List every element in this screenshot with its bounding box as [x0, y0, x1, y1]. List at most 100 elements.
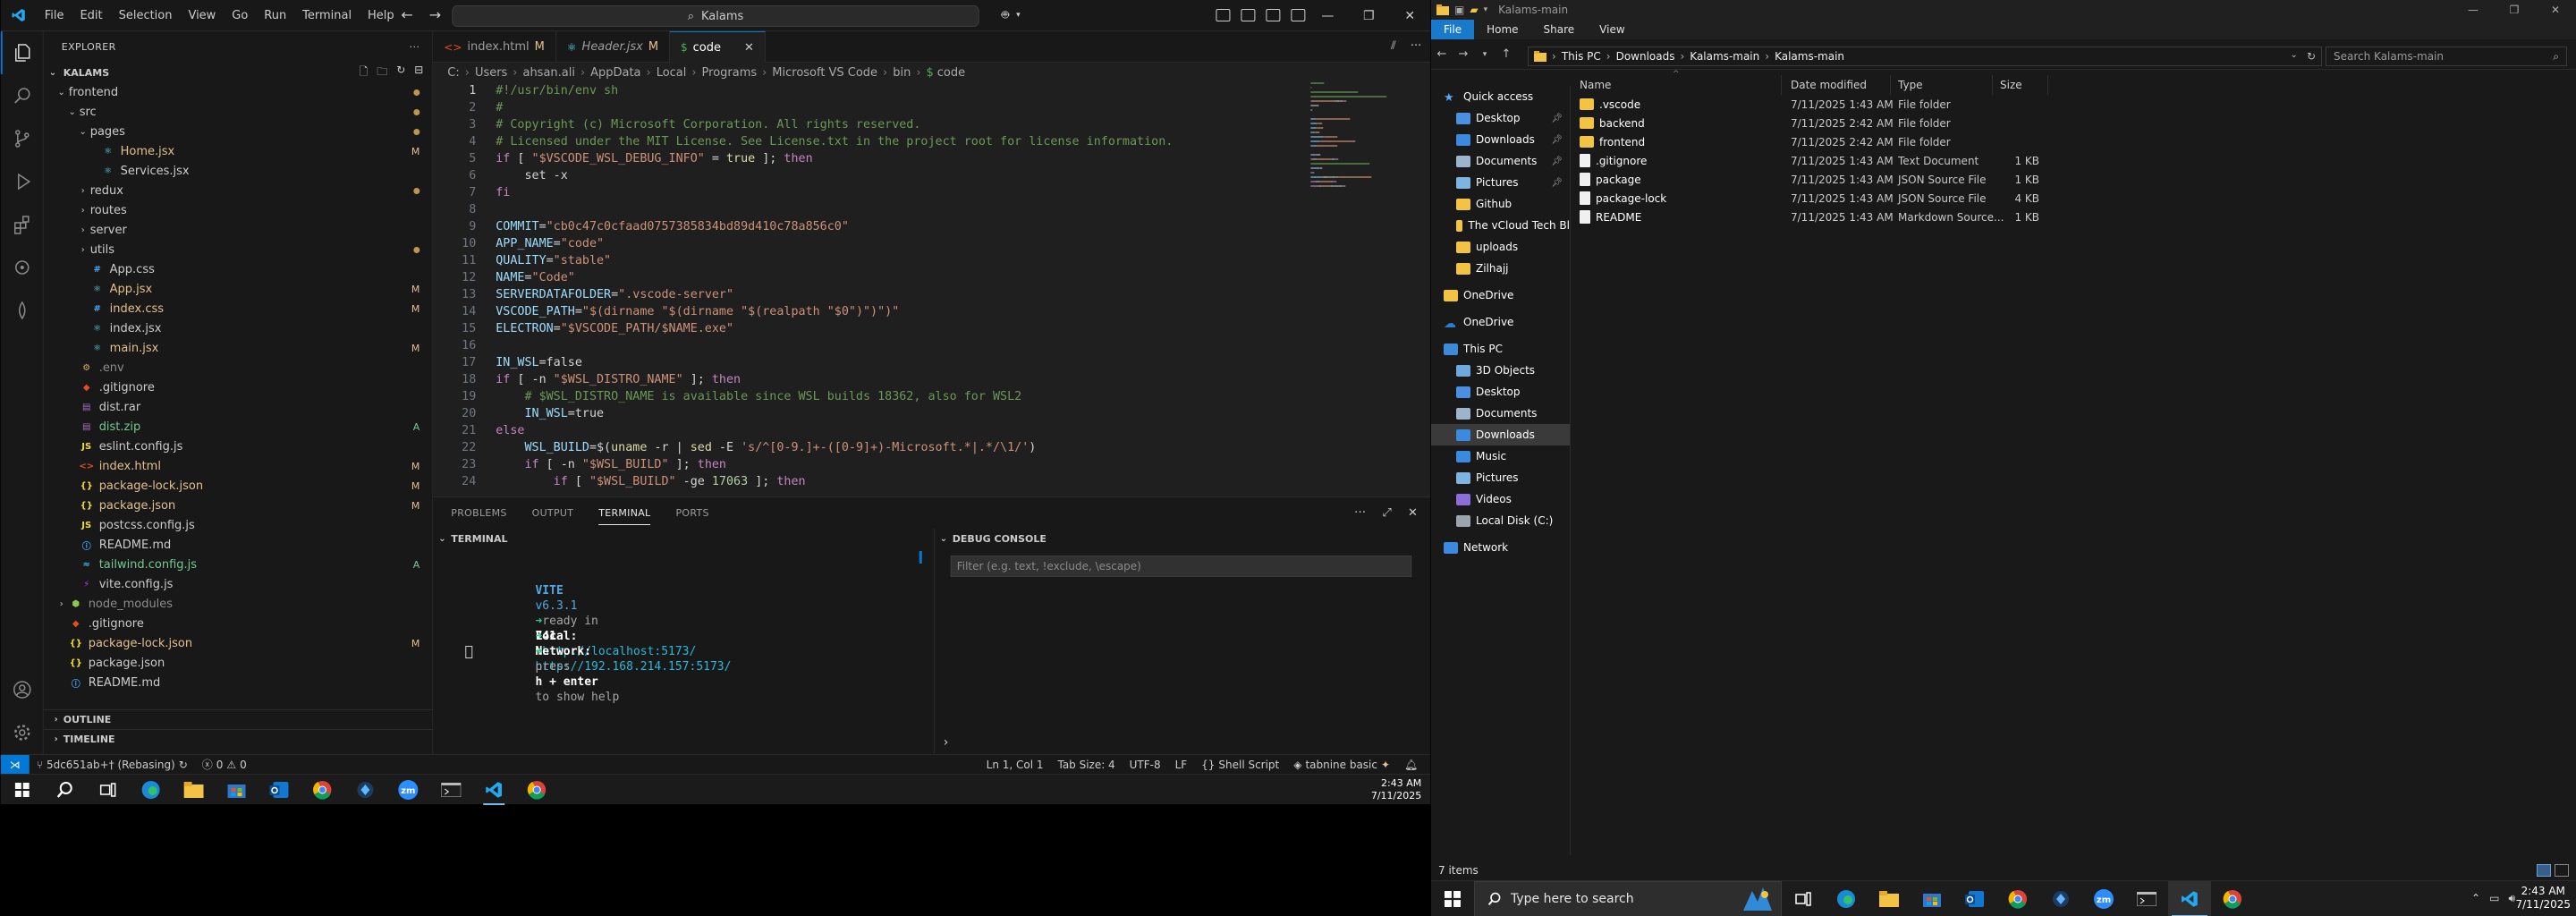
chrome-icon[interactable] — [301, 775, 343, 805]
nav-item[interactable]: uploads — [1431, 236, 1570, 258]
ai-app-icon[interactable] — [343, 775, 386, 805]
panel-tab-problems[interactable]: PROBLEMS — [451, 507, 506, 519]
breadcrumb-item[interactable]: ahsan.ali — [522, 66, 574, 80]
gear-icon[interactable] — [1, 711, 44, 754]
chrome-icon[interactable] — [2211, 881, 2254, 916]
tree-item[interactable]: › server — [44, 220, 433, 240]
menu-item[interactable]: Run — [256, 9, 294, 22]
clock[interactable]: 2:43 AM 7/11/2025 — [1371, 777, 1421, 802]
tree-item[interactable]: <> index.html M — [44, 456, 433, 476]
extensions-icon[interactable] — [1, 203, 44, 246]
tree-item[interactable]: ⚛ Home.jsx M — [44, 141, 433, 161]
run-debug-icon[interactable] — [1, 160, 44, 203]
chrome-icon[interactable] — [1996, 881, 2039, 916]
ribbon-tab-share[interactable]: Share — [1531, 20, 1588, 39]
nav-item[interactable]: OneDrive — [1431, 284, 1570, 306]
terminal-output[interactable]: VITE v6.3.1 ready in 741 ms ➜ Local: htt… — [433, 548, 933, 755]
chrome-icon[interactable] — [515, 775, 558, 805]
column-header-size[interactable]: Size — [1995, 75, 2048, 95]
new-folder-icon[interactable]: ▰ — [1470, 4, 1478, 16]
details-view-icon[interactable] — [2537, 864, 2551, 877]
menu-item[interactable]: Selection — [111, 9, 181, 22]
minimize-icon[interactable]: — — [2453, 0, 2494, 20]
up-arrow-icon[interactable]: ↑ — [1496, 47, 1517, 61]
more-actions-icon[interactable]: ··· — [1354, 506, 1366, 520]
file-row[interactable]: frontend 7/11/2025 2:42 AM File folder — [1574, 132, 2576, 151]
tree-item[interactable]: {} package.json — [44, 653, 433, 673]
large-icons-view-icon[interactable] — [2555, 864, 2569, 877]
back-arrow-icon[interactable]: ← — [1431, 47, 1453, 61]
ai-app-icon[interactable] — [2039, 881, 2082, 916]
menu-item[interactable]: Edit — [72, 9, 110, 22]
split-editor-icon[interactable]: ⫽ — [1391, 39, 1396, 53]
nav-item[interactable]: 3D Objects — [1431, 360, 1570, 381]
chevron-down-icon[interactable]: ⌄ — [2291, 50, 2298, 63]
nav-item[interactable]: Videos — [1431, 488, 1570, 510]
tree-item[interactable]: JS postcss.config.js — [44, 515, 433, 535]
minimap[interactable] — [1310, 82, 1418, 208]
forward-arrow-icon[interactable]: → — [1453, 47, 1474, 61]
chevron-down-icon[interactable]: ▾ — [1484, 5, 1488, 14]
command-center[interactable]: ⌕ Kalams — [452, 5, 979, 27]
language-mode[interactable]: {} Shell Script — [1194, 759, 1286, 771]
code-view[interactable]: 1 #!/usr/bin/env sh 2 #3 # Copyright (c) Mic… — [433, 82, 1291, 496]
panel-tab-output[interactable]: OUTPUT — [532, 507, 574, 519]
search-icon[interactable] — [1, 74, 44, 117]
notifications-icon[interactable]: 🔔︎ — [1397, 759, 1425, 771]
tab-header-jsx[interactable]: ⚛ Header.jsx M — [556, 31, 671, 63]
nav-item[interactable]: Network — [1431, 537, 1570, 558]
tree-item[interactable]: ⚙ .env — [44, 358, 433, 377]
tree-item[interactable]: › redux — [44, 181, 433, 200]
tree-item[interactable]: ⚛ main.jsx M — [44, 338, 433, 358]
close-icon[interactable]: ✕ — [1389, 0, 1430, 31]
nav-item[interactable]: Github — [1431, 193, 1570, 215]
tree-item[interactable]: {} package.json M — [44, 496, 433, 515]
address-segment[interactable]: Downloads — [1616, 50, 1675, 63]
tree-item[interactable]: ◆ .gitignore — [44, 377, 433, 397]
nav-item[interactable]: Zilhajj — [1431, 258, 1570, 279]
nav-item[interactable]: Desktop — [1431, 381, 1570, 403]
debug-console-header[interactable]: ⌄ DEBUG CONSOLE — [933, 529, 1430, 548]
nav-item[interactable]: ☁︎ OneDrive — [1431, 311, 1570, 333]
breadcrumb-item[interactable]: bin — [893, 66, 911, 80]
tree-item[interactable]: # App.css — [44, 259, 433, 279]
tree-item[interactable]: ⌄ src — [44, 102, 433, 122]
file-row[interactable]: README 7/11/2025 1:43 AM Markdown Source..… — [1574, 208, 2576, 226]
nav-item[interactable]: Local Disk (C:) — [1431, 510, 1570, 531]
panel-tab-terminal[interactable]: TERMINAL — [598, 507, 651, 525]
copilot-menu[interactable]: 🤖︎ ▾ — [1002, 6, 1021, 24]
vscode-icon[interactable] — [472, 775, 515, 805]
branch-status[interactable]: ⑂ 5dc651ab+† (Rebasing) ↻ — [30, 759, 195, 771]
recent-locations-icon[interactable]: ▾ — [1474, 50, 1496, 59]
nav-item[interactable]: ★ Quick access — [1431, 86, 1570, 107]
network-icon[interactable]: ▭ — [2489, 892, 2499, 905]
minimize-icon[interactable]: — — [1307, 0, 1348, 31]
close-icon[interactable]: ✕ — [744, 41, 754, 55]
end-of-line[interactable]: LF — [1168, 759, 1195, 771]
start-icon[interactable] — [1431, 881, 1474, 916]
tree-item[interactable]: › routes — [44, 200, 433, 220]
breadcrumb-item[interactable]: code — [937, 66, 965, 80]
tree-item[interactable]: # index.css M — [44, 299, 433, 318]
address-segment[interactable]: This PC — [1562, 50, 1601, 63]
search-icon[interactable] — [44, 775, 87, 805]
new-folder-icon[interactable]: 🗀︎ — [377, 64, 387, 82]
close-panel-icon[interactable]: ✕ — [1408, 506, 1418, 520]
refresh-icon[interactable]: ↻ — [2307, 50, 2316, 63]
column-header-type[interactable]: Type — [1893, 75, 1993, 95]
address-segment[interactable]: Kalams-main — [1690, 50, 1759, 63]
tabnine-icon[interactable] — [1, 289, 44, 332]
account-icon[interactable] — [1, 668, 44, 711]
search-input[interactable]: Search Kalams-main ⌕ — [2326, 47, 2567, 66]
remote-indicator-icon[interactable]: ⋊ — [0, 754, 30, 774]
panel-tab-ports[interactable]: PORTS — [675, 507, 708, 519]
tree-item[interactable]: ≈ tailwind.config.js A — [44, 555, 433, 574]
close-icon[interactable]: ✕ — [2535, 0, 2576, 20]
forward-arrow-icon[interactable]: → — [429, 6, 441, 23]
terminal-icon[interactable] — [429, 775, 472, 805]
zoom-icon[interactable]: zm — [386, 775, 429, 805]
back-arrow-icon[interactable]: ← — [401, 6, 412, 23]
tab-code[interactable]: $ code ✕ — [670, 31, 766, 63]
refresh-icon[interactable]: ↻ — [396, 64, 405, 82]
nav-item[interactable]: Desktop 📌︎ — [1431, 107, 1570, 129]
